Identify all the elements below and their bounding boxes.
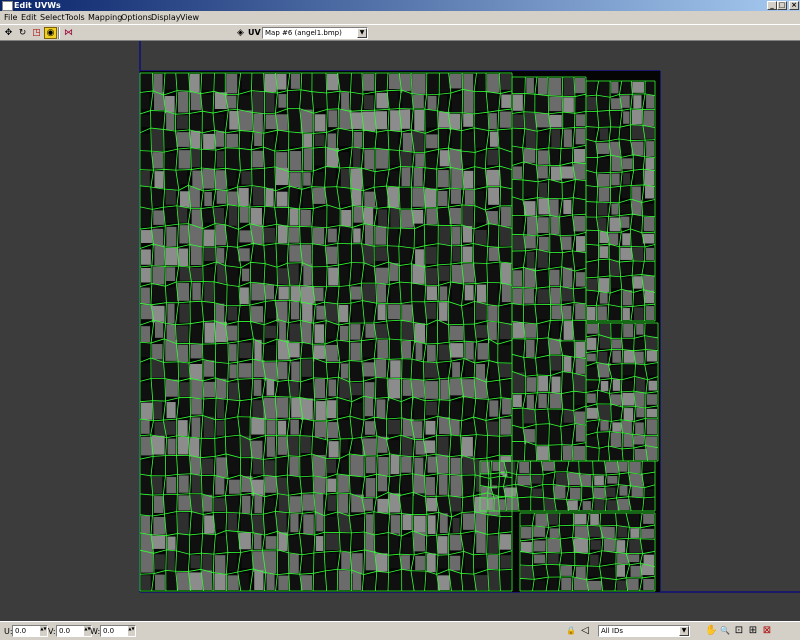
uv-label: UV	[248, 28, 261, 37]
w-spinner[interactable]: 0.0 ▲▼	[100, 625, 136, 637]
scale-icon[interactable]: ◳	[30, 27, 43, 39]
map-select-dropdown[interactable]: Map #6 (angel1.bmp) ▼	[262, 27, 368, 39]
menu-mapping[interactable]: Mapping	[88, 13, 122, 22]
lock-icon[interactable]: 🔒	[565, 625, 577, 637]
window-title: Edit UVWs	[14, 1, 61, 10]
mirror-icon[interactable]: ⋈	[62, 27, 75, 39]
u-spinner[interactable]: 0.0 ▲▼	[12, 625, 48, 637]
map-select-value: Map #6 (angel1.bmp)	[265, 29, 342, 37]
uv-canvas[interactable]	[0, 41, 800, 621]
title-bar: Edit UVWs _ □ ×	[0, 0, 800, 11]
zoom-extents-icon[interactable]: ⊞	[747, 625, 759, 637]
maximize-button[interactable]: □	[777, 1, 787, 10]
menu-options[interactable]: Options	[121, 13, 152, 22]
app-icon	[2, 1, 13, 11]
chevron-down-icon[interactable]: ▼	[679, 626, 689, 636]
toolbar: ✥ ↻ ◳ ◉ ⋈ ◈ UV Map #6 (angel1.bmp) ▼	[0, 24, 800, 41]
zoom-icon[interactable]: 🔍	[719, 625, 731, 637]
select-icon[interactable]: ◁	[579, 625, 591, 637]
v-label: V:	[48, 627, 56, 636]
menu-edit[interactable]: Edit	[21, 13, 37, 22]
bottom-bar: U: 0.0 ▲▼ V: 0.0 ▲▼ W: 0.0 ▲▼ 🔒 ◁ All ID…	[0, 621, 800, 640]
minimize-button[interactable]: _	[767, 1, 777, 10]
toolbar-divider	[58, 27, 60, 39]
freeform-icon[interactable]: ◉	[44, 27, 57, 39]
v-spinner[interactable]: 0.0 ▲▼	[56, 625, 92, 637]
zoom-region-icon[interactable]: ⊡	[733, 625, 745, 637]
v-value: 0.0	[59, 627, 71, 635]
uvw-icon[interactable]: ◈	[234, 27, 247, 39]
menu-view[interactable]: View	[180, 13, 199, 22]
menu-file[interactable]: File	[4, 13, 17, 22]
id-select-value: All IDs	[601, 627, 624, 635]
menu-display[interactable]: Display	[151, 13, 181, 22]
spinner-arrows-icon[interactable]: ▲▼	[128, 626, 135, 636]
rotate-icon[interactable]: ↻	[16, 27, 29, 39]
w-label: W:	[90, 627, 101, 636]
u-value: 0.0	[15, 627, 27, 635]
chevron-down-icon[interactable]: ▼	[357, 28, 367, 38]
snap-icon[interactable]: ⊠	[761, 625, 773, 637]
menu-select[interactable]: Select	[40, 13, 65, 22]
pan-icon[interactable]: ✋	[705, 625, 717, 637]
uv-viewport[interactable]	[0, 41, 800, 621]
w-value: 0.0	[103, 627, 115, 635]
move-icon[interactable]: ✥	[2, 27, 15, 39]
spinner-arrows-icon[interactable]: ▲▼	[40, 626, 47, 636]
close-button[interactable]: ×	[789, 1, 799, 10]
menu-tools[interactable]: Tools	[65, 13, 85, 22]
id-select-dropdown[interactable]: All IDs ▼	[598, 625, 690, 637]
menu-bar: File Edit Select Tools Mapping Options D…	[0, 11, 800, 24]
